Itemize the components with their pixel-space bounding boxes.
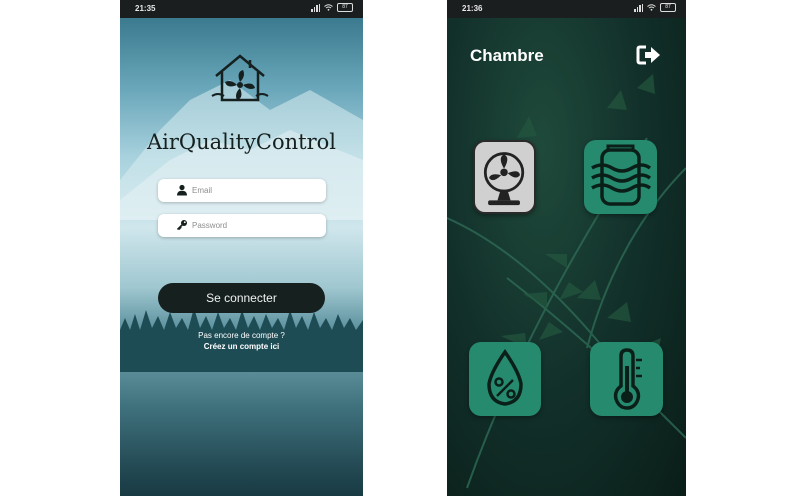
battery-icon: 87 bbox=[337, 3, 353, 12]
room-title: Chambre bbox=[470, 46, 544, 65]
signup-prompt: Pas encore de compte ? bbox=[198, 331, 285, 340]
lake-background bbox=[120, 372, 363, 496]
login-screen: 21:35 87 AirQualityControl Se connecter … bbox=[120, 0, 363, 496]
air-purifier-tile-button[interactable] bbox=[584, 140, 657, 214]
thermometer-icon bbox=[613, 348, 642, 410]
fan-icon bbox=[483, 152, 525, 206]
fern-background bbox=[447, 74, 686, 489]
login-button[interactable]: Se connecter bbox=[158, 283, 325, 313]
status-bar: 21:36 87 bbox=[447, 0, 686, 18]
temperature-tile-button[interactable] bbox=[590, 342, 663, 416]
user-icon bbox=[177, 184, 187, 196]
key-icon bbox=[176, 220, 187, 231]
status-time: 21:36 bbox=[462, 4, 483, 13]
fan-tile-button[interactable] bbox=[473, 140, 536, 214]
house-fan-logo-icon bbox=[211, 54, 269, 102]
password-field[interactable] bbox=[158, 214, 326, 237]
status-bar: 21:35 87 bbox=[120, 0, 363, 18]
room-screen: 21:36 87 Chambre bbox=[447, 0, 686, 496]
password-input[interactable] bbox=[192, 217, 317, 234]
air-purifier-icon bbox=[591, 144, 652, 206]
signup-link[interactable]: Créez un compte ici bbox=[120, 341, 363, 352]
signup-block: Pas encore de compte ? Créez un compte i… bbox=[120, 330, 363, 352]
app-title: AirQualityControl bbox=[147, 130, 336, 154]
humidity-tile-button[interactable] bbox=[469, 342, 541, 416]
signal-icon bbox=[311, 3, 320, 12]
wifi-icon bbox=[324, 4, 333, 11]
email-field[interactable] bbox=[158, 179, 326, 202]
signal-icon bbox=[634, 3, 643, 12]
status-time: 21:35 bbox=[135, 4, 156, 13]
wifi-icon bbox=[647, 4, 656, 11]
humidity-percent-icon bbox=[487, 348, 523, 406]
email-input[interactable] bbox=[192, 182, 317, 199]
logout-icon[interactable] bbox=[636, 44, 662, 66]
battery-icon: 87 bbox=[660, 3, 676, 12]
